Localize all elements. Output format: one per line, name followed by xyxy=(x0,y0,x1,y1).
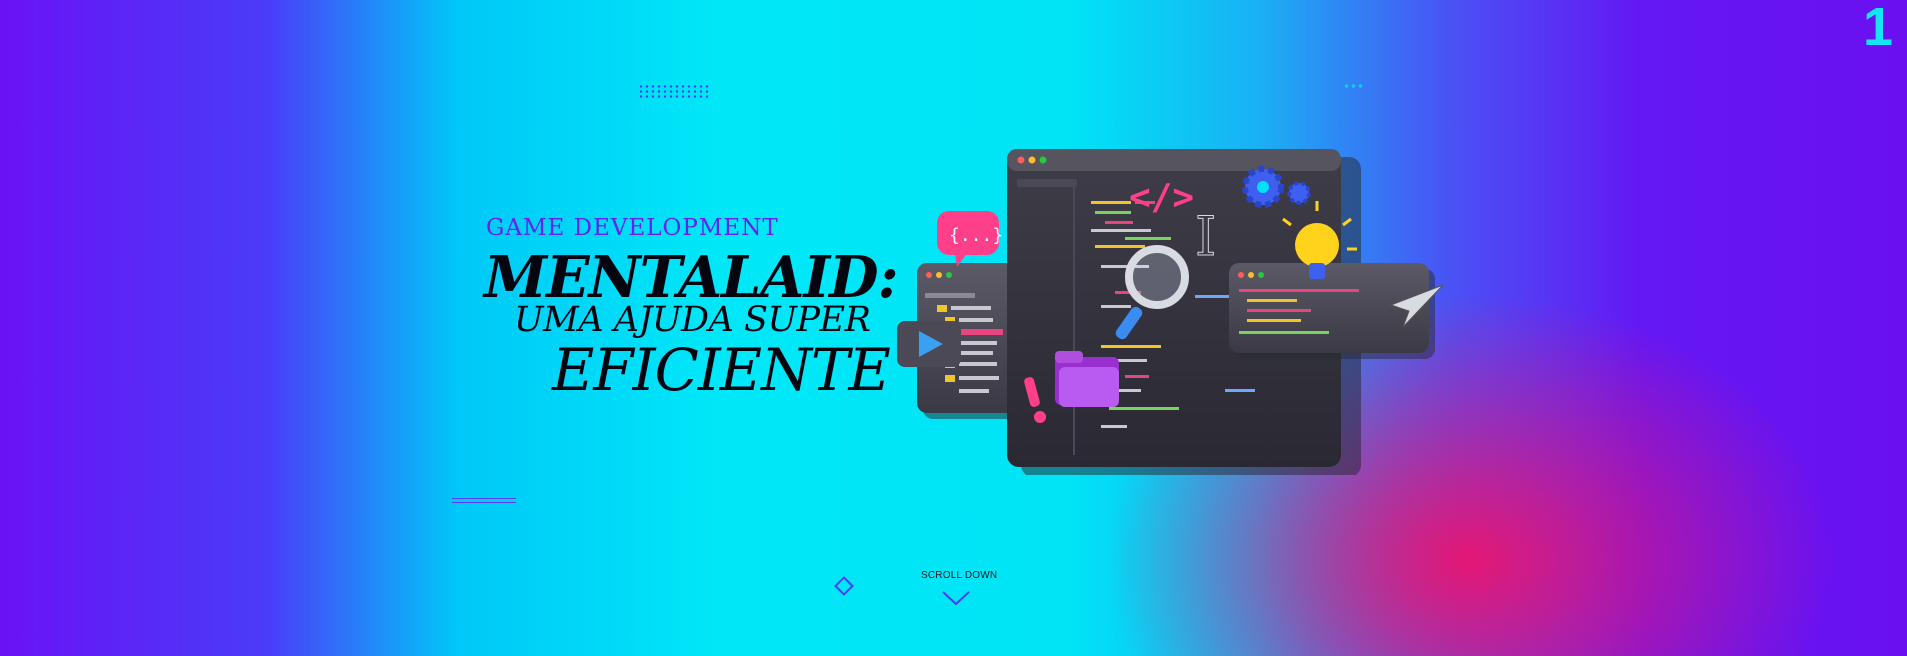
decorative-dot-grid xyxy=(638,84,710,98)
chevron-down-icon[interactable] xyxy=(941,590,971,611)
hero-title-line3: EFICIENTE xyxy=(552,336,891,404)
code-brackets-icon: </> xyxy=(1129,177,1194,218)
decorative-dots xyxy=(1343,83,1365,89)
decorative-lines xyxy=(452,498,516,506)
svg-text:{...}: {...} xyxy=(949,225,1003,246)
hero-title-line2: UMA AJUDA SUPER xyxy=(514,300,871,340)
svg-text:I: I xyxy=(1195,205,1216,268)
text-cursor-icon: I xyxy=(1195,205,1217,269)
code-illustration: {...} </> I xyxy=(895,145,1455,480)
slide-number: 1 xyxy=(1862,0,1893,57)
terminal-window xyxy=(1229,263,1435,359)
scroll-down-label[interactable]: SCROLL DOWN xyxy=(921,570,997,581)
play-icon xyxy=(897,321,961,367)
folder-icon xyxy=(1055,351,1119,407)
hero-kicker: GAME DEVELOPMENT xyxy=(486,215,779,241)
svg-text:</>: </> xyxy=(1129,177,1194,218)
diamond-icon xyxy=(834,576,854,596)
chat-bubble-icon: {...} xyxy=(937,211,1003,267)
